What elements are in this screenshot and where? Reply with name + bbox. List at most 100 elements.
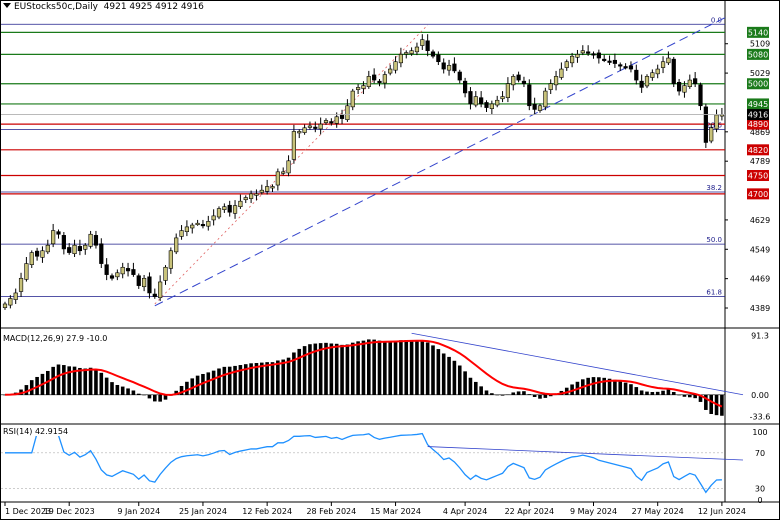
- candle-body: [628, 65, 634, 70]
- macd-histogram-bar: [420, 340, 425, 395]
- x-tick-label: 19 Dec 2023: [44, 507, 95, 516]
- macd-histogram-bar: [377, 340, 382, 395]
- candle-body: [527, 84, 532, 107]
- candle-body: [436, 54, 441, 63]
- candle-body: [479, 97, 484, 105]
- candle-body: [93, 235, 99, 246]
- macd-histogram-bar: [345, 344, 350, 395]
- candle-body: [650, 72, 655, 78]
- candle-body: [158, 281, 163, 299]
- macd-histogram-bar: [83, 368, 88, 395]
- candle-body: [109, 275, 115, 279]
- candle-body: [575, 54, 580, 58]
- macd-histogram-bar: [227, 366, 232, 395]
- x-tick-label: 12 Jun 2024: [698, 507, 746, 516]
- x-tick-label: 22 Apr 2024: [505, 507, 554, 516]
- candle-body: [473, 96, 478, 106]
- macd-histogram-bar: [645, 391, 649, 395]
- macd-histogram-bar: [340, 344, 344, 395]
- macd-histogram-bar: [286, 357, 291, 395]
- candle-body: [18, 277, 24, 292]
- macd-histogram-bar: [474, 381, 478, 395]
- macd-histogram-bar: [372, 339, 376, 395]
- candle-body: [404, 52, 409, 55]
- macd-tick-label: 91.3: [751, 332, 769, 341]
- candle-body: [323, 120, 329, 123]
- macd-histogram-bar: [329, 343, 334, 395]
- macd-histogram-bar: [447, 356, 451, 395]
- candle-body: [586, 51, 591, 54]
- dropdown-triangle-icon[interactable]: [3, 3, 11, 8]
- candle-body: [377, 80, 382, 83]
- candle-body: [612, 59, 617, 64]
- candle-body: [206, 221, 211, 227]
- candle-body: [174, 237, 179, 253]
- candle-body: [339, 115, 345, 119]
- macd-histogram-bar: [468, 377, 473, 395]
- macd-histogram-bar: [532, 394, 537, 398]
- candle-body: [446, 65, 452, 71]
- macd-histogram-bar: [709, 394, 713, 414]
- macd-histogram-bar: [367, 339, 371, 395]
- macd-zero-label: 0.00: [751, 391, 769, 400]
- macd-histogram-bar: [393, 340, 398, 395]
- y-tick-label: 4469: [750, 275, 770, 284]
- candle-body: [543, 90, 548, 108]
- candle-body: [489, 103, 494, 110]
- candle-body: [222, 206, 227, 210]
- macd-histogram-bar: [639, 390, 644, 395]
- candle-body: [136, 275, 141, 286]
- candle-body: [457, 71, 462, 81]
- candle-body: [350, 90, 355, 108]
- candle-body: [152, 293, 157, 297]
- macd-histogram-bar: [185, 381, 189, 395]
- candle-body: [270, 186, 275, 189]
- candle-body: [259, 189, 264, 193]
- level-tag: 4820: [748, 146, 768, 155]
- candle-body: [88, 233, 93, 247]
- candle-body: [393, 61, 398, 71]
- candle-body: [168, 250, 173, 269]
- rsi-tick-label: 30: [755, 485, 765, 494]
- candle-body: [195, 222, 200, 226]
- rsi-tick-label: 70: [755, 449, 765, 458]
- candle-body: [537, 105, 543, 111]
- macd-histogram-bar: [233, 365, 237, 395]
- macd-histogram-bar: [650, 392, 655, 395]
- candle-body: [420, 39, 425, 46]
- candle-body: [372, 74, 377, 81]
- macd-histogram-bar: [153, 394, 157, 402]
- candle-body: [366, 76, 371, 87]
- x-tick-label: 15 Mar 2024: [370, 507, 421, 516]
- candle-body: [99, 243, 104, 264]
- x-tick-label: 9 May 2024: [570, 507, 617, 516]
- candle-body: [307, 125, 313, 128]
- macd-histogram-bar: [500, 394, 505, 396]
- macd-histogram-bar: [104, 377, 109, 395]
- candle-body: [655, 68, 660, 75]
- macd-histogram-bar: [527, 394, 532, 395]
- macd-histogram-bar: [682, 394, 687, 397]
- candle-body: [56, 231, 61, 235]
- candle-body: [345, 105, 350, 121]
- candle-body: [441, 62, 446, 70]
- macd-histogram-bar: [67, 366, 71, 395]
- candle-body: [682, 85, 687, 93]
- candle-body: [511, 76, 516, 86]
- candle-body: [13, 292, 18, 300]
- candle-body: [703, 106, 708, 143]
- candle-body: [72, 244, 77, 254]
- macd-histogram-bar: [463, 371, 467, 395]
- macd-histogram-bar: [126, 388, 130, 395]
- candle-body: [430, 51, 436, 57]
- macd-histogram-bar: [147, 394, 152, 399]
- candle-body: [51, 230, 56, 245]
- candle-body: [709, 127, 714, 142]
- y-tick-label: 4629: [750, 216, 770, 225]
- candle-body: [452, 63, 457, 72]
- candle-body: [297, 131, 302, 134]
- macd-histogram-bar: [211, 370, 216, 395]
- macd-histogram-bar: [511, 392, 516, 395]
- candle-body: [388, 68, 393, 74]
- candle-body: [521, 80, 527, 85]
